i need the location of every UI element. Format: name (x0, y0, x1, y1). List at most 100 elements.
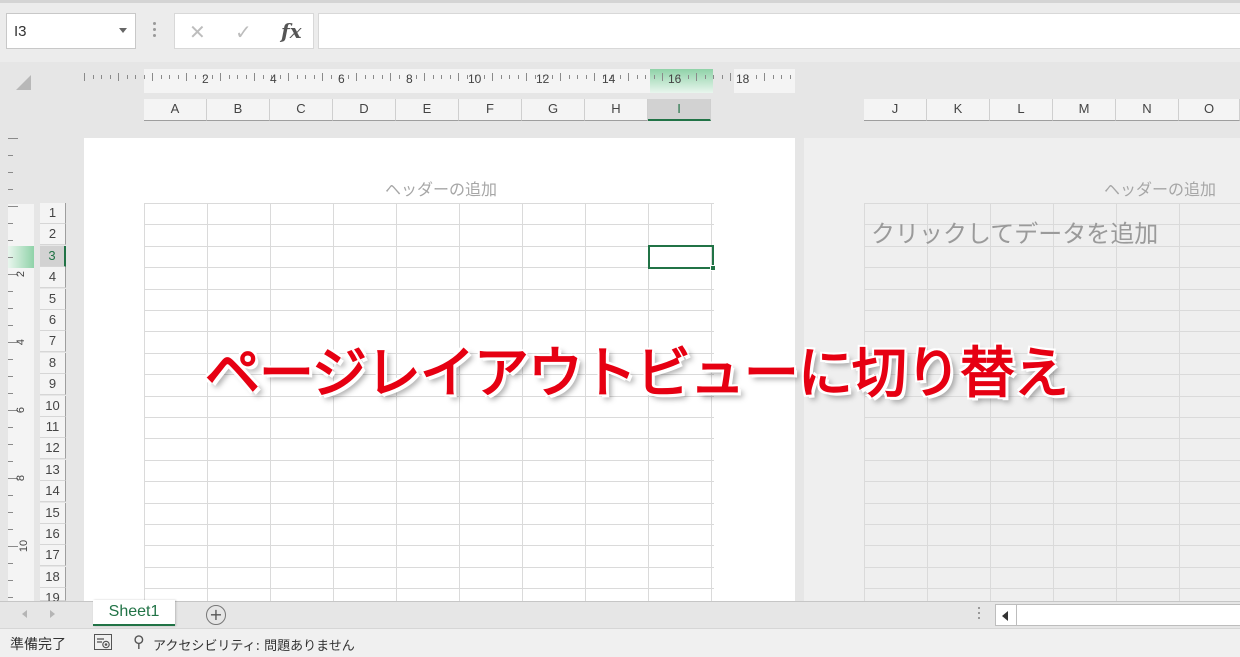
scrollbar-splitter-icon[interactable] (978, 607, 980, 622)
ruler-tick (305, 75, 306, 79)
gridline (144, 460, 714, 461)
gridline (864, 567, 1240, 568)
select-all-corner[interactable] (16, 75, 31, 90)
ruler-tick (705, 75, 706, 79)
gridline (144, 481, 714, 482)
ruler-number: 4 (15, 338, 28, 346)
column-header-E[interactable]: E (396, 99, 459, 121)
row-header-3[interactable]: 3 (40, 246, 66, 267)
more-options-icon[interactable] (150, 22, 158, 42)
ruler-tick (8, 223, 13, 224)
ruler-tick (373, 75, 374, 79)
fill-handle[interactable] (710, 265, 716, 271)
column-header-N[interactable]: N (1116, 99, 1179, 121)
name-box-value: I3 (14, 23, 27, 40)
gridline (864, 588, 1240, 589)
row-header-9[interactable]: 9 (40, 374, 66, 395)
ruler-tick (195, 75, 196, 79)
scroll-left-icon[interactable] (1002, 611, 1008, 621)
column-header-I[interactable]: I (648, 99, 711, 121)
row-header-17[interactable]: 17 (40, 545, 66, 566)
row-header-4[interactable]: 4 (40, 267, 66, 288)
status-ready: 準備完了 (10, 637, 66, 653)
add-sheet-icon[interactable]: + (206, 605, 226, 625)
ruler-tick (288, 73, 289, 81)
active-cell-I3[interactable] (648, 245, 714, 269)
ruler-tick (713, 75, 714, 79)
column-header-K[interactable]: K (927, 99, 990, 121)
ruler-tick (390, 73, 391, 81)
name-box[interactable]: I3 (6, 13, 136, 49)
ruler-tick (348, 75, 349, 79)
ruler-tick (8, 206, 18, 207)
insert-function-button[interactable]: fx (281, 19, 302, 43)
row-header-16[interactable]: 16 (40, 524, 66, 545)
ruler-tick (645, 75, 646, 79)
row-header-13[interactable]: 13 (40, 460, 66, 481)
column-header-J[interactable]: J (864, 99, 927, 121)
ruler-tick (484, 75, 485, 79)
page2-click-hint[interactable]: クリックしてデータを追加 (871, 214, 1158, 249)
ruler-tick (331, 75, 332, 79)
ruler-tick (441, 75, 442, 79)
row-header-14[interactable]: 14 (40, 481, 66, 502)
column-header-O[interactable]: O (1179, 99, 1240, 121)
ruler-tick (8, 240, 13, 241)
enter-icon[interactable]: ✓ (235, 20, 252, 44)
page1-header-hint[interactable]: ヘッダーの追加 (385, 176, 497, 200)
ruler-tick (8, 427, 13, 428)
column-header-C[interactable]: C (270, 99, 333, 121)
horizontal-ruler: 2 4 6 8 10 12 14 16 18 (84, 69, 796, 93)
column-header-M[interactable]: M (1053, 99, 1116, 121)
row-header-5[interactable]: 5 (40, 289, 66, 310)
ruler-tick (458, 73, 459, 81)
column-header-D[interactable]: D (333, 99, 396, 121)
sheet-tab-sheet1[interactable]: Sheet1 (93, 600, 175, 626)
horizontal-scrollbar[interactable] (995, 604, 1240, 626)
ruler-tick (764, 73, 765, 81)
ruler-tick (246, 75, 247, 79)
scroll-tabs-left-icon[interactable] (22, 610, 27, 618)
ruler-tick (8, 529, 13, 530)
column-header-B[interactable]: B (207, 99, 270, 121)
ruler-tick (365, 75, 366, 79)
gridline (144, 310, 714, 311)
cancel-icon[interactable]: ✕ (189, 20, 206, 44)
ruler-tick (424, 73, 425, 81)
ruler-tick (586, 75, 587, 79)
chevron-down-icon[interactable] (119, 28, 127, 33)
accessibility-icon[interactable]: ⚲ (133, 632, 145, 651)
overlay-caption: ページレイアウトビューに切り替え (205, 341, 1069, 405)
ruler-tick (8, 189, 13, 190)
row-header-19[interactable]: 19 (40, 588, 66, 605)
row-header-15[interactable]: 15 (40, 503, 66, 524)
row-header-6[interactable]: 6 (40, 310, 66, 331)
formula-input[interactable] (318, 13, 1240, 49)
row-header-1[interactable]: 1 (40, 203, 66, 224)
accessibility-status[interactable]: アクセシビリティ: 問題ありません (153, 635, 355, 654)
row-header-10[interactable]: 10 (40, 396, 66, 417)
gridline (144, 438, 714, 439)
column-header-L[interactable]: L (990, 99, 1053, 121)
row-header-7[interactable]: 7 (40, 331, 66, 352)
row-header-2[interactable]: 2 (40, 224, 66, 245)
row-header-12[interactable]: 12 (40, 438, 66, 459)
row-header-18[interactable]: 18 (40, 567, 66, 588)
row-header-8[interactable]: 8 (40, 353, 66, 374)
gridline (864, 460, 1240, 461)
column-header-A[interactable]: A (144, 99, 207, 121)
ruler-tick (8, 172, 13, 173)
ruler-tick (135, 75, 136, 79)
ruler-tick (552, 75, 553, 79)
column-header-G[interactable]: G (522, 99, 585, 121)
gridline (144, 203, 145, 601)
macro-record-icon[interactable] (94, 634, 112, 650)
scroll-tabs-right-icon[interactable] (50, 610, 55, 618)
ruler-tick (178, 75, 179, 79)
column-header-F[interactable]: F (459, 99, 522, 121)
ruler-tick (773, 75, 774, 79)
column-header-H[interactable]: H (585, 99, 648, 121)
page2-header-hint[interactable]: ヘッダーの追加 (1104, 176, 1216, 200)
ruler-number: 12 (536, 72, 550, 86)
row-header-11[interactable]: 11 (40, 417, 66, 438)
